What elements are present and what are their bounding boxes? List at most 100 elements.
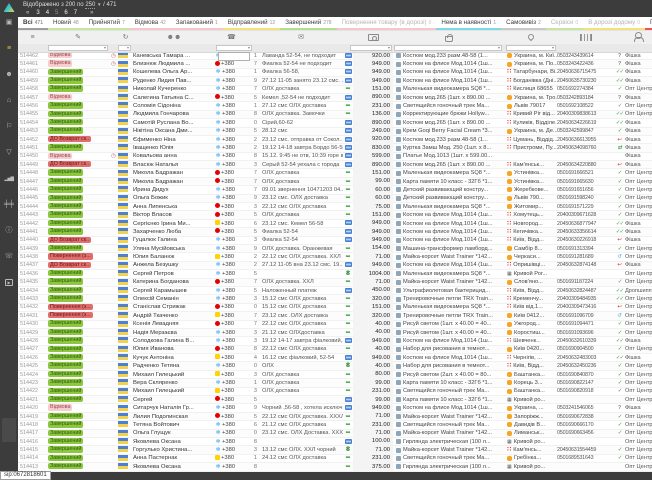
phone-number: +380 xyxy=(222,162,235,168)
carrier-icon: ✻ xyxy=(215,287,221,295)
col-header-delivery location-pin-icon[interactable] xyxy=(505,30,557,44)
delivery-carrier-icon xyxy=(507,255,512,260)
tab-Сервіси[interactable]: Сервіси0 xyxy=(546,17,583,30)
ttn-number: 0503243422436 xyxy=(557,60,614,68)
page-number[interactable]: 6 xyxy=(64,10,67,16)
order-status-cell: Завершений xyxy=(47,110,109,118)
col-header-phone phone-icon[interactable]: ☎ xyxy=(215,30,248,44)
tab-Пов[interactable]: Пов xyxy=(645,17,652,30)
customer-name: Олексій Семанін xyxy=(133,295,215,303)
tab-Повернення товару (в дорозі)[interactable]: Повернення товару (в дорозі)0 xyxy=(337,17,437,30)
ttn-status-icon: ✓ xyxy=(614,102,625,110)
page-number[interactable]: 3 xyxy=(36,10,39,16)
tab-Запакований[interactable]: Запакований1 xyxy=(171,17,223,30)
app-logo[interactable] xyxy=(4,3,15,12)
tab-В дорозі додому[interactable]: В дорозі додому0 xyxy=(583,17,645,30)
delivery-cell: Слов'яно... xyxy=(505,278,557,286)
kanban-icon[interactable]: ▣ xyxy=(6,19,13,28)
ttn-status-icon: ✓ xyxy=(614,454,625,462)
delivery-cell: ∷Кегичівка... xyxy=(505,228,557,236)
order-total: 100.00 xyxy=(353,437,393,445)
tab-Відмова[interactable]: Відмова42 xyxy=(130,17,171,30)
col-header-products bag-icon[interactable] xyxy=(393,30,505,44)
channel-filter-select[interactable]: ▾ xyxy=(118,45,131,51)
support-icon[interactable]: ☏ xyxy=(5,253,14,262)
col-header-ttn barcode-icon[interactable] xyxy=(557,30,614,44)
carrier-icon xyxy=(215,228,220,233)
page-number[interactable]: 7 xyxy=(74,10,77,16)
ttn-number: 20450636715475 xyxy=(557,68,614,76)
phone-inline-edit-box[interactable] xyxy=(218,52,250,61)
companies-icon[interactable]: ⌂ xyxy=(7,97,11,106)
delivery-carrier-icon xyxy=(507,179,512,184)
funnel-icon[interactable]: ▽ xyxy=(6,149,11,158)
stats-icon[interactable]: ▂▅▇ xyxy=(5,175,14,184)
delivery-carrier-icon: ∷ xyxy=(507,362,511,370)
delivery-cell: Львів 79017 xyxy=(505,102,557,110)
sidebar-footer-button[interactable] xyxy=(2,418,16,442)
customer-name: Соломія Сідоніна xyxy=(133,102,215,110)
order-status-cell: Завершений xyxy=(47,413,109,421)
tab-Новий[interactable]: Новий48 xyxy=(48,17,84,30)
col-header-total money-icon[interactable] xyxy=(353,30,393,44)
clients-icon[interactable]: ☻ xyxy=(5,71,12,80)
ttn-number: 20450636613955 xyxy=(557,136,614,144)
tab-Відправлений[interactable]: Відправлений12 xyxy=(223,17,280,30)
status-bar: sip:0672818601 xyxy=(0,472,652,480)
order-total: 949.00 xyxy=(353,77,393,85)
delivery-address: Кам'янськ... xyxy=(513,161,544,169)
delivery-cell: ∷Київ, Відд... xyxy=(505,362,557,370)
table-row[interactable]: 514413 Завершений Яковлева Оксана ✻+380 … xyxy=(18,463,652,471)
manager: Дропшипп xyxy=(625,287,652,295)
order-status-cell: Завершений xyxy=(47,454,109,462)
page-number[interactable]: 5 xyxy=(55,10,58,16)
page-number[interactable]: 4 xyxy=(46,10,49,16)
col-header-id sort-icon[interactable]: ≡ xyxy=(18,30,47,44)
country-flag-icon xyxy=(118,371,133,379)
products-cell: Светящийся гоночный трек Ma... xyxy=(393,421,505,429)
page-size-caret-icon[interactable]: ▼ xyxy=(97,2,101,7)
payment-method-icon: ➥ xyxy=(343,413,353,421)
tab-Самовивіз[interactable]: Самовивіз2 xyxy=(501,17,546,30)
status-badge: Завершений xyxy=(48,379,83,385)
country-flag-icon xyxy=(118,421,133,429)
tab-Прийнятий[interactable]: Прийнятий7 xyxy=(84,17,130,30)
status-filter-select[interactable]: ▾ xyxy=(48,45,108,51)
tab-Всі[interactable]: Всі471 xyxy=(18,17,48,30)
settings-icon[interactable]: ╪╪ xyxy=(4,201,14,210)
marketing-icon[interactable]: ⚐ xyxy=(6,123,12,132)
products-cell: Детский развивающий констру... xyxy=(393,194,505,202)
info-icon[interactable]: ⓘ xyxy=(6,227,13,236)
phone-cell: +380 xyxy=(215,253,248,261)
ttn-status-icon: ↺ xyxy=(614,253,625,261)
col-header-channel sync-icon[interactable]: ↻ xyxy=(118,30,133,44)
video-icon[interactable]: ▶ xyxy=(5,279,12,288)
tab-Завершений[interactable]: Завершений278 xyxy=(280,17,336,30)
payment-method-icon: ₴ xyxy=(343,362,353,370)
tab-Нема в наявності[interactable]: Нема в наявності1 xyxy=(436,17,501,30)
phone-cell: +380 xyxy=(215,228,248,236)
delivery-carrier-icon: ∷ xyxy=(507,110,511,118)
col-header-count[interactable] xyxy=(248,30,259,44)
product-filter-select[interactable]: ▾ xyxy=(394,45,502,51)
payment-method-icon xyxy=(343,161,353,169)
manager: Опт Центр xyxy=(625,320,652,328)
first-page-icon[interactable]: « xyxy=(26,9,29,17)
orders-icon[interactable]: ≡ xyxy=(7,45,11,54)
col-header-manager person-icon[interactable] xyxy=(625,30,652,44)
delivery-filter-select[interactable]: ▾ xyxy=(506,45,556,51)
col-header-client people-icon[interactable]: ☻☻ xyxy=(133,30,215,44)
delivery-address: Украина, м. Тро... xyxy=(514,94,557,102)
col-header-status edit-icon[interactable]: ✎ xyxy=(47,30,109,44)
page-size-value[interactable]: 250 xyxy=(85,2,95,9)
col-header-comment message-icon[interactable]: ✉ xyxy=(259,30,343,44)
order-total: 99.00 xyxy=(353,379,393,387)
order-status-cell: ДО Возврат ск.. xyxy=(47,261,109,269)
phone-filter-select[interactable]: ▾ xyxy=(216,45,252,51)
carrier-icon xyxy=(215,455,220,460)
payment-filter-select[interactable]: ▾ xyxy=(350,45,392,51)
customer-name: Ковальова анна xyxy=(133,152,215,160)
carrier-icon: ✻ xyxy=(215,68,221,76)
country-flag-icon xyxy=(118,413,133,421)
last-page-icon[interactable]: » xyxy=(90,9,93,17)
